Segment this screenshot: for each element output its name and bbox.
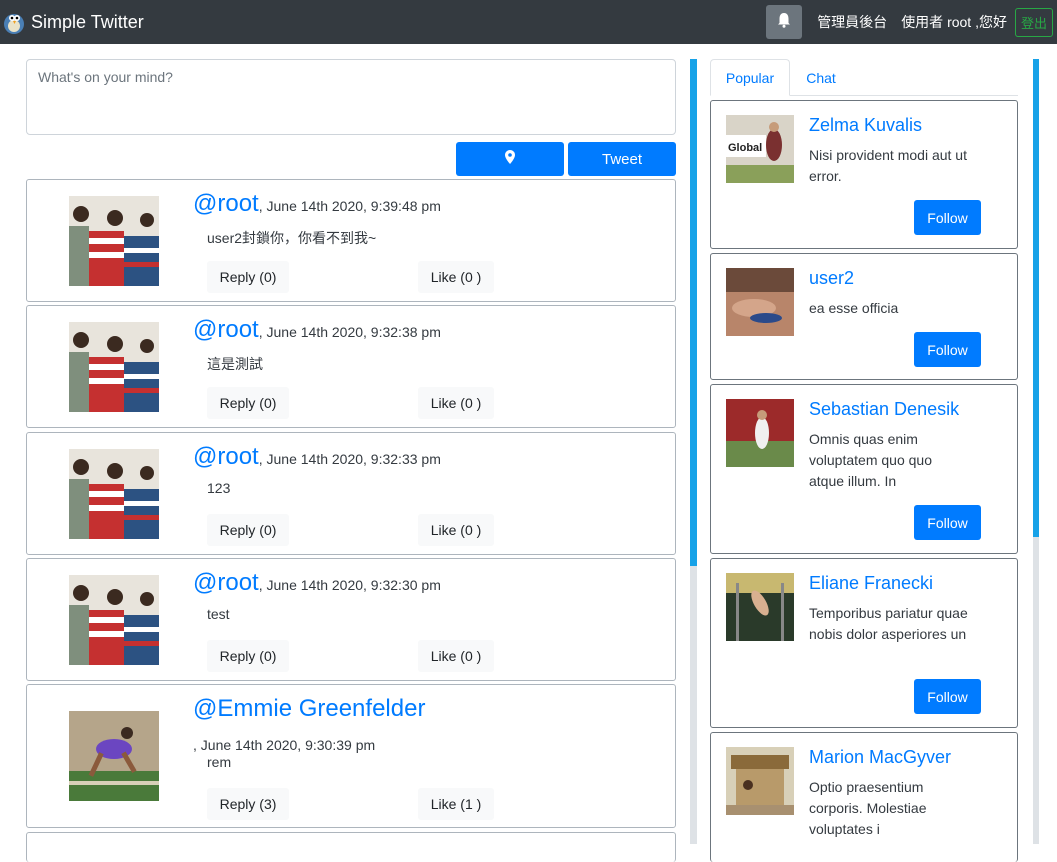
avatar[interactable]: [69, 711, 159, 801]
avatar[interactable]: [69, 322, 159, 412]
avatar[interactable]: [69, 449, 159, 539]
user-description: Nisi provident modi aut ut error.: [809, 147, 967, 184]
tweet-card: @root, June 14th 2020, 9:32:33 pm 123 Re…: [26, 432, 676, 555]
tweet-author-link[interactable]: @root: [193, 316, 259, 343]
svg-text:Global: Global: [728, 142, 762, 154]
reply-button[interactable]: Reply (3): [207, 788, 289, 820]
tweet-timestamp: , June 14th 2020, 9:32:30 pm: [258, 577, 441, 593]
tweet-text: user2封鎖你，你看不到我~: [207, 230, 377, 246]
tweet-compose-input[interactable]: What's on your mind?: [26, 59, 676, 135]
brand[interactable]: Simple Twitter: [2, 9, 144, 35]
user-description: Temporibus pariatur quae nobis dolor asp…: [809, 605, 968, 642]
like-button[interactable]: Like (0 ): [418, 261, 494, 293]
reply-button[interactable]: Reply (0): [207, 514, 289, 546]
user-avatar[interactable]: [726, 268, 794, 336]
tweet-card: @root, June 14th 2020, 9:32:30 pm test R…: [26, 558, 676, 681]
follow-button[interactable]: Follow: [914, 332, 981, 367]
avatar[interactable]: [69, 575, 159, 665]
user-name-link[interactable]: Sebastian Denesik: [809, 399, 959, 420]
tweet-timestamp: , June 14th 2020, 9:32:33 pm: [258, 451, 441, 467]
popular-user-card: Sebastian Denesik Omnis quas enim volupt…: [710, 384, 1018, 554]
tweet-text: 這是測試: [207, 356, 263, 372]
follow-button[interactable]: Follow: [914, 200, 981, 235]
reply-button[interactable]: Reply (0): [207, 261, 289, 293]
brand-title: Simple Twitter: [31, 11, 144, 32]
tweet-card: @root, June 14th 2020, 9:39:48 pm user2封…: [26, 179, 676, 302]
user-greeting: 使用者 root ,您好: [901, 14, 1007, 30]
tweet-timestamp: , June 14th 2020, 9:32:38 pm: [258, 324, 441, 340]
like-button[interactable]: Like (1 ): [418, 788, 494, 820]
location-button[interactable]: [456, 142, 564, 176]
tweet-author-link[interactable]: @Emmie Greenfelder: [193, 695, 425, 723]
tweet-card: @Emmie Greenfelder , June 14th 2020, 9:3…: [26, 684, 676, 828]
user-avatar[interactable]: [726, 399, 794, 467]
follow-button[interactable]: Follow: [914, 505, 981, 540]
tweet-text: 123: [207, 480, 231, 496]
tweet-author-link[interactable]: @root: [193, 569, 259, 596]
follow-button[interactable]: Follow: [914, 679, 981, 714]
user-avatar[interactable]: [726, 573, 794, 641]
navbar: Simple Twitter 管理員後台 使用者 root ,您好 登出: [0, 0, 1057, 44]
user-name-link[interactable]: Zelma Kuvalis: [809, 115, 922, 136]
user-name-link[interactable]: user2: [809, 268, 854, 289]
sidebar-tabs: Popular Chat: [710, 59, 1018, 96]
bird-logo-icon: [2, 9, 26, 35]
reply-button[interactable]: Reply (0): [207, 640, 289, 672]
user-description: Optio praesentium corporis. Molestiae vo…: [809, 779, 927, 837]
tweet-text: test: [207, 606, 230, 622]
tweet-card: @root, June 14th 2020, 9:32:38 pm 這是測試 R…: [26, 305, 676, 428]
popular-user-card: user2 ea esse officia Follow: [710, 253, 1018, 380]
notifications-button[interactable]: [766, 5, 803, 39]
tweet-button[interactable]: Tweet: [568, 142, 676, 176]
avatar[interactable]: [69, 196, 159, 286]
tab-popular[interactable]: Popular: [710, 59, 790, 96]
user-name-link[interactable]: Eliane Franecki: [809, 573, 933, 594]
scrollbar[interactable]: [690, 59, 697, 844]
bell-icon: [777, 12, 791, 33]
user-description: Omnis quas enim voluptatem quo quo atque…: [809, 431, 932, 489]
tab-chat[interactable]: Chat: [794, 59, 848, 96]
admin-link[interactable]: 管理員後台: [817, 12, 887, 32]
like-button[interactable]: Like (0 ): [418, 514, 494, 546]
tweet-card: [26, 832, 676, 862]
popular-user-card: Marion MacGyver Optio praesentium corpor…: [710, 732, 1018, 862]
user-description: ea esse officia: [809, 300, 899, 316]
user-name-link[interactable]: Marion MacGyver: [809, 747, 951, 768]
tweet-timestamp: , June 14th 2020, 9:39:48 pm: [258, 198, 441, 214]
tweet-author-link[interactable]: @root: [193, 190, 259, 217]
popular-user-card: Global Zelma Kuvalis Nisi provident modi…: [710, 100, 1018, 249]
map-marker-icon: [505, 149, 515, 169]
tweet-text: rem: [207, 754, 232, 770]
tweet-timestamp: , June 14th 2020, 9:30:39 pm: [193, 737, 376, 753]
like-button[interactable]: Like (0 ): [418, 640, 494, 672]
reply-button[interactable]: Reply (0): [207, 387, 289, 419]
scrollbar-thumb[interactable]: [690, 59, 697, 566]
logout-button[interactable]: 登出: [1014, 7, 1053, 37]
sidebar-scrollbar[interactable]: [1033, 59, 1039, 844]
like-button[interactable]: Like (0 ): [418, 387, 494, 419]
user-avatar[interactable]: [726, 747, 794, 815]
sidebar-scrollbar-thumb[interactable]: [1033, 59, 1039, 537]
popular-user-card: Eliane Franecki Temporibus pariatur quae…: [710, 558, 1018, 728]
tweet-author-link[interactable]: @root: [193, 443, 259, 470]
user-avatar[interactable]: Global: [726, 115, 794, 183]
